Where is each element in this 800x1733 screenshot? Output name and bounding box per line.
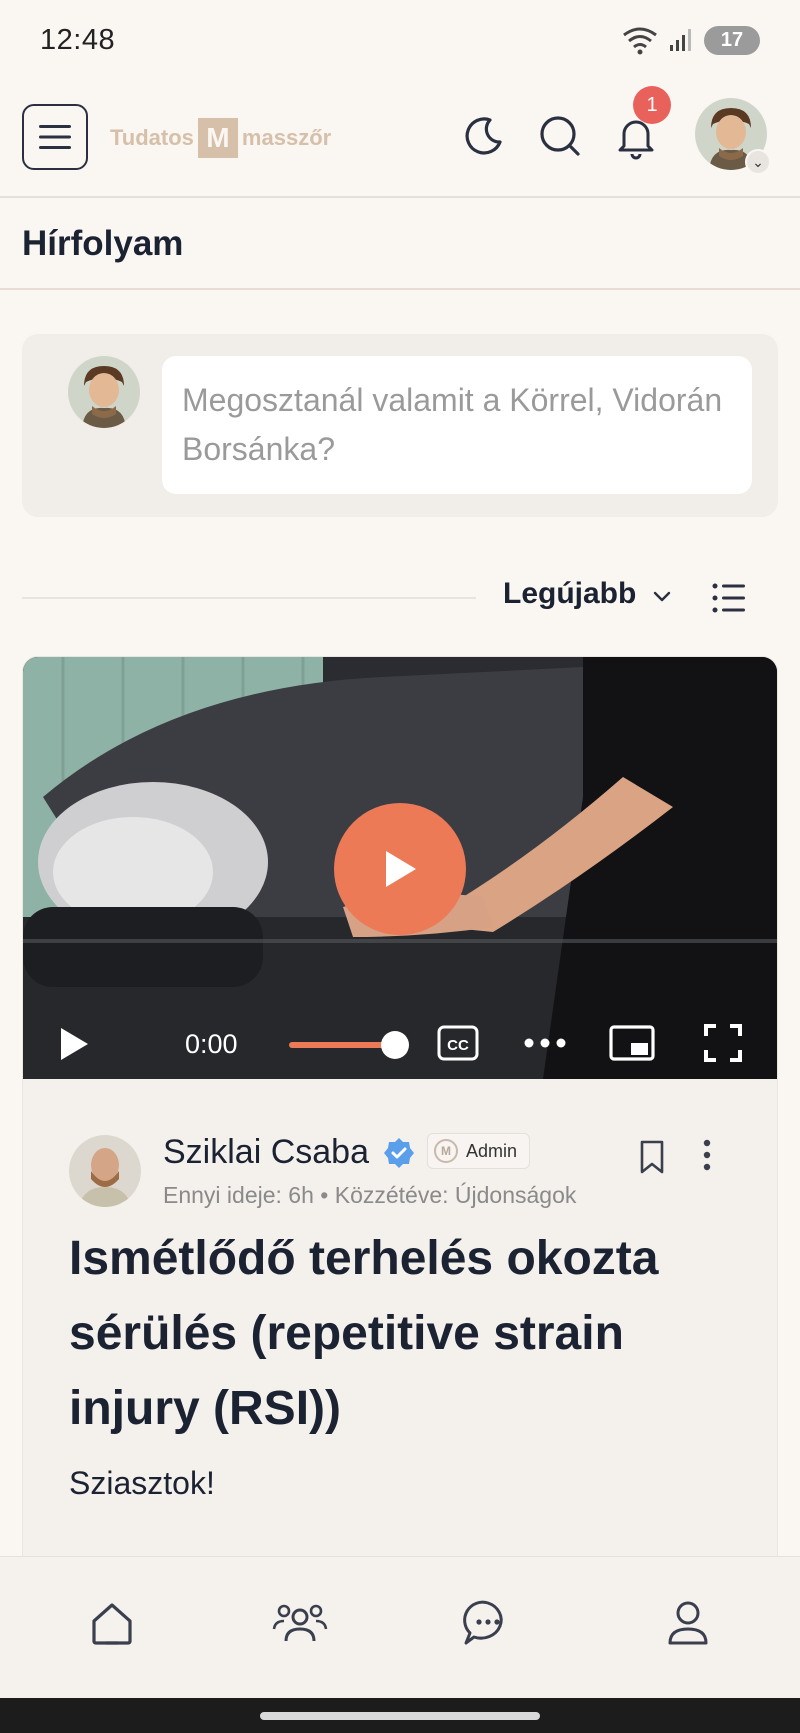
picture-in-picture-icon[interactable]	[609, 1023, 655, 1063]
video-progress-handle[interactable]	[381, 1031, 409, 1059]
menu-button[interactable]	[22, 104, 88, 170]
bookmark-icon[interactable]	[637, 1139, 667, 1175]
logo-text-right: masszőr	[241, 125, 332, 150]
post-meta: Ennyi ideje: 6h • Közzétéve: Újdonságok	[163, 1182, 576, 1209]
video-progress-track[interactable]	[289, 1042, 395, 1048]
wifi-icon	[623, 27, 657, 55]
chevron-down-icon[interactable]: ⌄	[745, 149, 771, 175]
profile-icon[interactable]	[660, 1595, 716, 1651]
bottom-navigation	[0, 1556, 800, 1698]
status-time: 12:48	[40, 23, 116, 56]
role-badge: M Admin	[427, 1133, 531, 1169]
post-composer: Megosztanál valamit a Körrel, Vidorán Bo…	[22, 334, 778, 517]
verified-badge-icon	[384, 1138, 414, 1168]
messages-icon[interactable]	[460, 1595, 516, 1651]
status-bar: 12:48 17	[0, 0, 800, 80]
play-icon[interactable]	[57, 1025, 91, 1063]
notification-badge[interactable]: 1	[633, 86, 671, 124]
post-category[interactable]: Közzétéve: Újdonságok	[335, 1182, 577, 1208]
search-icon[interactable]	[536, 112, 584, 160]
post-title[interactable]: Ismétlődő terhelés okozta sérülés (repet…	[69, 1221, 719, 1446]
play-button[interactable]	[334, 803, 466, 935]
avatar-image	[68, 356, 140, 428]
logo-text-left: Tudatos	[110, 125, 194, 150]
avatar-image	[69, 1135, 141, 1207]
logo-mark: M	[197, 118, 238, 158]
post-excerpt: Sziasztok!	[69, 1465, 215, 1501]
meta-separator: •	[320, 1182, 329, 1208]
divider	[22, 597, 476, 599]
post-age: Ennyi ideje: 6h	[163, 1182, 314, 1208]
video-controls: 0:00 CC	[23, 1009, 777, 1079]
app-header: Tudatos M masszőr	[0, 88, 800, 198]
video-time: 0:00	[185, 1029, 238, 1059]
members-icon[interactable]	[272, 1595, 328, 1651]
system-gesture-bar	[0, 1698, 800, 1733]
video-player[interactable]: 0:00 CC	[23, 657, 777, 1079]
battery-indicator: 17	[704, 25, 760, 55]
svg-text:CC: CC	[447, 1037, 469, 1054]
status-indicators: 17	[622, 25, 760, 55]
chevron-down-icon[interactable]	[650, 584, 674, 608]
author-name[interactable]: Sziklai Csaba	[163, 1133, 369, 1172]
sort-dropdown[interactable]: Legújabb	[503, 577, 636, 611]
play-icon	[386, 851, 416, 887]
signal-icon	[670, 29, 691, 51]
list-view-icon[interactable]	[711, 580, 747, 616]
page-title: Hírfolyam	[0, 200, 800, 290]
site-logo[interactable]: Tudatos M masszőr	[110, 118, 331, 158]
fullscreen-icon[interactable]	[703, 1023, 743, 1063]
home-icon[interactable]	[84, 1595, 140, 1651]
captions-icon[interactable]: CC	[437, 1023, 479, 1063]
composer-avatar	[68, 356, 140, 428]
role-icon: M	[434, 1139, 458, 1163]
author-avatar[interactable]	[69, 1135, 141, 1207]
composer-input[interactable]: Megosztanál valamit a Körrel, Vidorán Bo…	[162, 356, 752, 494]
kebab-menu-icon[interactable]	[701, 1137, 713, 1173]
more-options-icon[interactable]	[523, 1033, 567, 1053]
home-indicator[interactable]	[260, 1712, 540, 1720]
hamburger-icon	[39, 125, 71, 149]
moon-icon[interactable]	[460, 112, 508, 160]
role-badge-label: Admin	[466, 1140, 518, 1161]
